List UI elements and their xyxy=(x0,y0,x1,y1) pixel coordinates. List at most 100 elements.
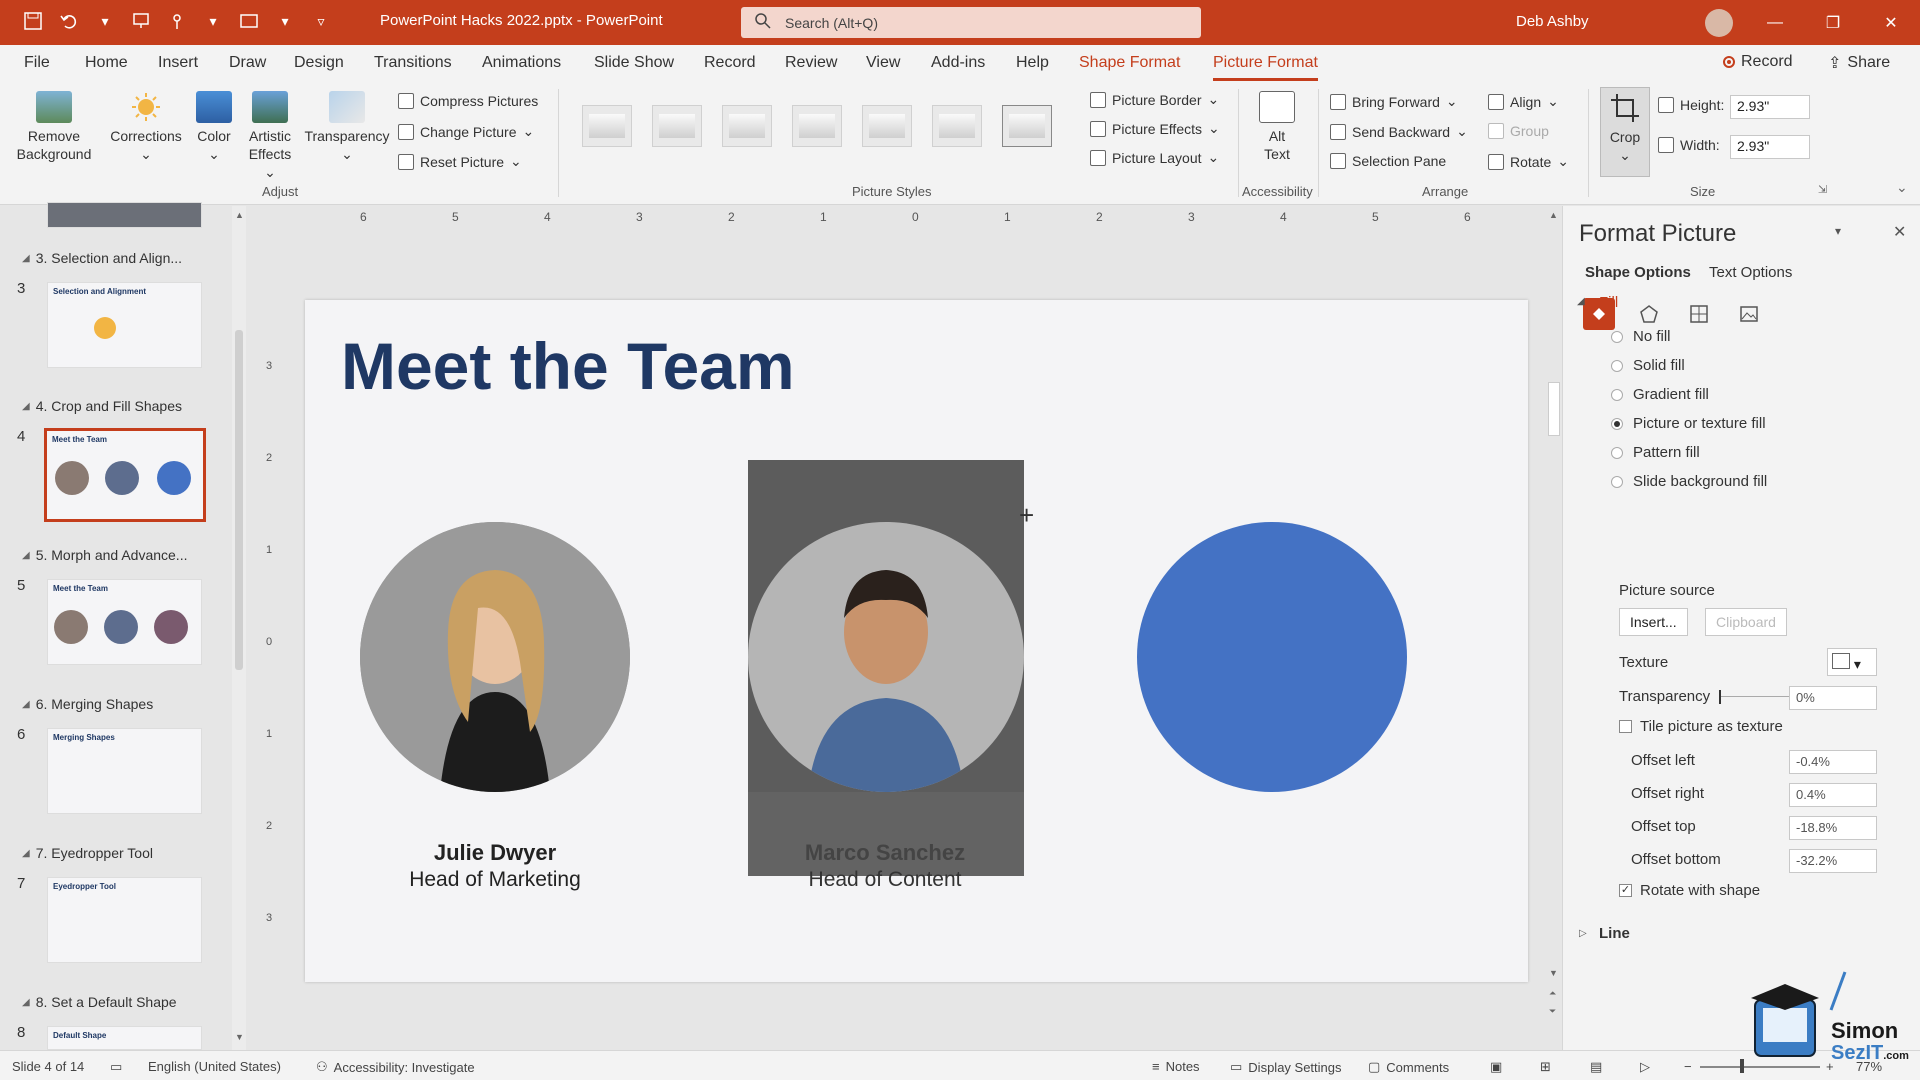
dropdown-icon[interactable]: ▾ xyxy=(94,10,116,32)
touch-mode-icon[interactable] xyxy=(166,10,188,32)
tab-slide-show[interactable]: Slide Show xyxy=(594,54,674,72)
group-button[interactable]: Group xyxy=(1488,123,1549,139)
picture-style-7[interactable] xyxy=(1002,105,1052,147)
tab-file[interactable]: File xyxy=(24,54,50,72)
scrollbar-thumb[interactable] xyxy=(235,330,243,670)
picture-icon[interactable] xyxy=(1733,298,1765,330)
picture-style-6[interactable] xyxy=(932,105,982,147)
picture-style-5[interactable] xyxy=(862,105,912,147)
avatar[interactable] xyxy=(1705,9,1733,37)
radio-button[interactable] xyxy=(1611,388,1623,401)
offset-bottom-input[interactable]: -32.2% xyxy=(1789,849,1877,873)
texture-picker[interactable]: ▾ xyxy=(1827,648,1877,676)
tab-review[interactable]: Review xyxy=(785,54,837,72)
picture-layout-button[interactable]: Picture Layout ⌄ xyxy=(1090,149,1219,166)
slide-thumbnail-partial[interactable] xyxy=(47,202,202,228)
collapse-ribbon-icon[interactable]: ⌄ xyxy=(1896,179,1908,196)
bring-forward-button[interactable]: Bring Forward ⌄ xyxy=(1330,93,1458,110)
close-icon[interactable]: ✕ xyxy=(1893,222,1906,242)
height-input[interactable]: 2.93" xyxy=(1730,95,1810,119)
picture-border-button[interactable]: Picture Border ⌄ xyxy=(1090,91,1219,108)
share-button[interactable]: ⇪ Share xyxy=(1828,53,1890,73)
tab-help[interactable]: Help xyxy=(1016,54,1049,72)
fill-option[interactable]: Gradient fill xyxy=(1611,386,1709,403)
tab-animations[interactable]: Animations xyxy=(482,54,561,72)
record-button[interactable]: Record xyxy=(1723,53,1793,71)
slide-thumbnail-7[interactable]: Eyedropper Tool xyxy=(47,877,202,963)
compress-pictures-button[interactable]: Compress Pictures xyxy=(398,93,538,109)
radio-button[interactable] xyxy=(1611,446,1623,459)
present-icon[interactable] xyxy=(130,10,152,32)
tile-picture-row[interactable]: Tile picture as texture xyxy=(1619,718,1783,735)
slide-thumbnail-4[interactable]: Meet the Team xyxy=(44,428,206,522)
checkbox-checked[interactable]: ✓ xyxy=(1619,884,1632,897)
fill-option[interactable]: Pattern fill xyxy=(1611,444,1700,461)
tab-shape-format[interactable]: Shape Format xyxy=(1079,54,1180,72)
undo-icon[interactable] xyxy=(58,10,80,32)
previous-slide-icon[interactable]: ⏶ xyxy=(1549,988,1556,999)
slide[interactable]: Meet the Team Julie Dwyer Head of Market… xyxy=(305,300,1528,982)
scrollbar-thumb[interactable] xyxy=(1548,382,1560,436)
color-button[interactable]: Color ⌄ xyxy=(192,91,236,163)
align-button[interactable]: Align ⌄ xyxy=(1488,93,1559,110)
dropdown-icon[interactable]: ▾ xyxy=(274,10,296,32)
tab-home[interactable]: Home xyxy=(85,54,128,72)
blue-circle-shape[interactable] xyxy=(1137,522,1407,792)
zoom-out-icon[interactable]: − xyxy=(1684,1059,1692,1074)
scroll-up-icon[interactable]: ▲ xyxy=(235,210,244,220)
slide-thumbnail-8[interactable]: Default Shape xyxy=(47,1026,202,1050)
transparency-button[interactable]: Transparency ⌄ xyxy=(302,91,392,163)
selection-pane-button[interactable]: Selection Pane xyxy=(1330,153,1446,169)
picture-effects-button[interactable]: Picture Effects ⌄ xyxy=(1090,120,1220,137)
section-header[interactable]: ◢ 6. Merging Shapes xyxy=(22,696,153,712)
crop-selection-area[interactable] xyxy=(748,460,1024,876)
person-role[interactable]: Head of Marketing xyxy=(345,868,645,892)
person-name[interactable]: Marco Sanchez xyxy=(735,840,1035,866)
collapse-triangle-icon[interactable]: ▷ xyxy=(1579,928,1587,939)
slideshow-icon[interactable]: ▷ xyxy=(1640,1059,1650,1075)
checkbox[interactable] xyxy=(1619,720,1632,733)
offset-top-input[interactable]: -18.8% xyxy=(1789,816,1877,840)
picture-style-3[interactable] xyxy=(722,105,772,147)
tab-draw[interactable]: Draw xyxy=(229,54,266,72)
radio-button[interactable] xyxy=(1611,475,1623,488)
insert-button[interactable]: Insert... xyxy=(1619,608,1688,636)
slide-thumbnail-5[interactable]: Meet the Team xyxy=(47,579,202,665)
language[interactable]: English (United States) xyxy=(148,1059,281,1074)
tab-add-ins[interactable]: Add-ins xyxy=(931,54,985,72)
minimize-icon[interactable]: — xyxy=(1746,0,1804,45)
section-header[interactable]: ◢ 7. Eyedropper Tool xyxy=(22,845,153,861)
spellcheck-icon[interactable]: ▭ xyxy=(110,1059,122,1075)
radio-button[interactable] xyxy=(1611,330,1623,343)
transparency-slider-thumb[interactable] xyxy=(1719,690,1721,704)
pane-options-icon[interactable]: ▾ xyxy=(1835,224,1841,238)
tab-text-options[interactable]: Text Options xyxy=(1709,264,1792,281)
layout-icon[interactable] xyxy=(238,10,260,32)
tab-design[interactable]: Design xyxy=(294,54,344,72)
expand-triangle-icon[interactable]: ◢ xyxy=(1577,296,1585,307)
picture-style-1[interactable] xyxy=(582,105,632,147)
thumbnails-scrollbar[interactable]: ▲ ▼ xyxy=(232,206,246,1050)
close-icon[interactable]: ✕ xyxy=(1862,0,1920,45)
fill-option[interactable]: Picture or texture fill xyxy=(1611,415,1766,432)
person-photo-julie[interactable] xyxy=(360,522,630,792)
normal-view-icon[interactable]: ▣ xyxy=(1490,1059,1502,1075)
section-header[interactable]: ◢ 4. Crop and Fill Shapes xyxy=(22,398,182,414)
slide-sorter-icon[interactable]: ⊞ xyxy=(1540,1059,1551,1075)
radio-button[interactable] xyxy=(1611,359,1623,372)
search-box[interactable]: Search (Alt+Q) xyxy=(741,7,1201,38)
send-backward-button[interactable]: Send Backward ⌄ xyxy=(1330,123,1468,140)
clipboard-button[interactable]: Clipboard xyxy=(1705,608,1787,636)
restore-icon[interactable]: ❐ xyxy=(1804,0,1862,45)
slide-scrollbar[interactable]: ▲ ▼ ⏶ ⏷ xyxy=(1546,206,1562,1050)
slide-title[interactable]: Meet the Team xyxy=(341,328,795,404)
offset-right-input[interactable]: 0.4% xyxy=(1789,783,1877,807)
reset-picture-button[interactable]: Reset Picture ⌄ xyxy=(398,153,522,170)
person-photo-marco[interactable] xyxy=(748,522,1024,792)
width-input[interactable]: 2.93" xyxy=(1730,135,1810,159)
transparency-slider[interactable] xyxy=(1719,696,1799,697)
comments-button[interactable]: ▢ Comments xyxy=(1368,1059,1449,1075)
slide-thumbnail-6[interactable]: Merging Shapes xyxy=(47,728,202,814)
section-header[interactable]: ◢ 3. Selection and Align... xyxy=(22,250,182,266)
size-dialog-launcher-icon[interactable]: ⇲ xyxy=(1818,183,1827,196)
